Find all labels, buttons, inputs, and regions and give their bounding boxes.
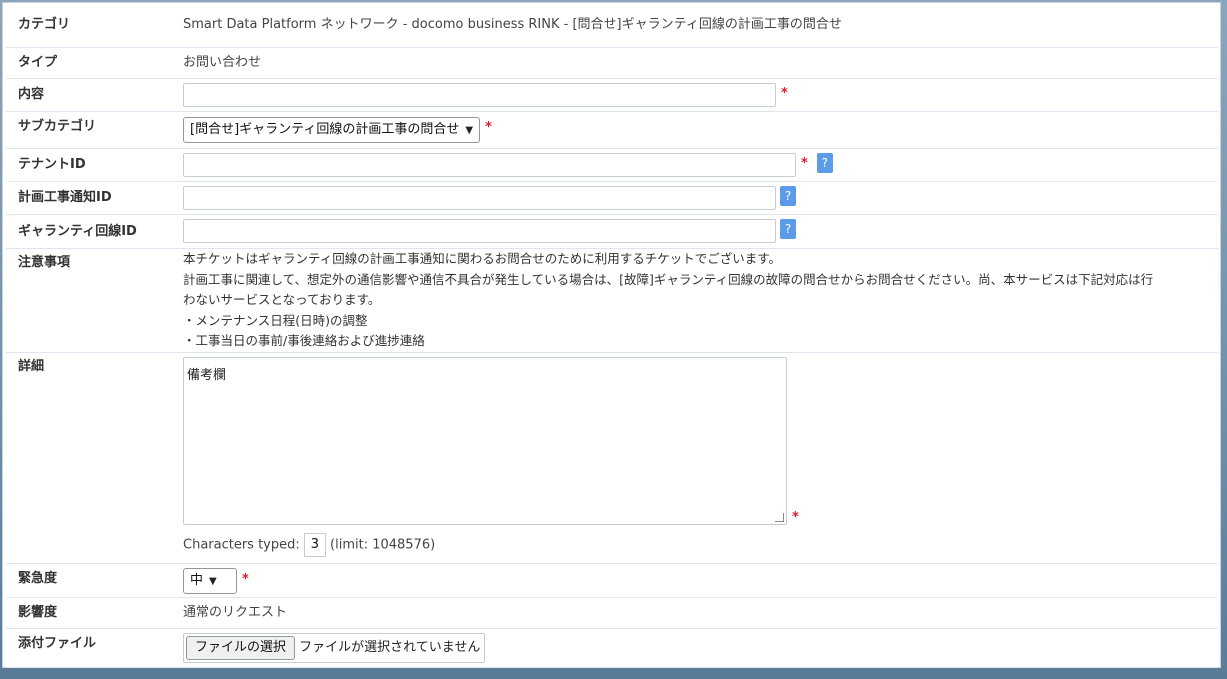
subcategory-select[interactable]: [問合せ]ギャランティ回線の計画工事の問合せ ▼ — [183, 117, 481, 143]
details-required-mark: * — [792, 509, 799, 525]
urgency-selected: 中 — [190, 573, 204, 588]
notes-label: 注意事項 — [6, 248, 183, 353]
details-textarea[interactable]: 備考欄 — [183, 356, 787, 525]
tenant-id-input[interactable] — [183, 153, 796, 177]
urgency-label: 緊急度 — [6, 563, 183, 598]
subcategory-cell: [問合せ]ギャランティ回線の計画工事の問合せ ▼ * — [183, 111, 1218, 149]
ticket-form-panel: カテゴリ Smart Data Platform ネットワーク - docomo… — [2, 2, 1221, 668]
guarantee-line-id-label: ギャランティ回線ID — [6, 214, 183, 249]
notes-line: ・メンテナンス日程(日時)の調整 — [183, 312, 368, 328]
content-label: 内容 — [6, 78, 183, 112]
details-label: 詳細 — [6, 352, 183, 564]
type-label: タイプ — [6, 47, 183, 79]
plan-notice-id-input[interactable] — [183, 186, 776, 210]
row-notes: 注意事項 本チケットはギャランティ回線の計画工事通知に関わるお問合せのために利用… — [6, 248, 1218, 353]
chevron-down-icon: ▼ — [465, 125, 474, 136]
row-tenant-id: テナントID *? — [6, 148, 1218, 182]
tenant-id-cell: *? — [183, 148, 1218, 182]
file-status: ファイルが選択されていません — [299, 640, 481, 655]
question-icon[interactable]: ? — [816, 153, 833, 173]
plan-notice-id-cell: ? — [183, 181, 1218, 215]
subcategory-label: サブカテゴリ — [6, 111, 183, 149]
question-icon[interactable]: ? — [780, 186, 796, 206]
row-details: 詳細 備考欄 * Characters typed: 3 (limit: 1048… — [6, 352, 1218, 564]
file-input[interactable]: ファイルの選択 ファイルが選択されていません — [183, 633, 486, 663]
notes-content: 本チケットはギャランティ回線の計画工事通知に関わるお問合せのために利用するチケッ… — [183, 248, 1218, 353]
guarantee-line-id-input[interactable] — [183, 219, 776, 243]
subcategory-selected: [問合せ]ギャランティ回線の計画工事の問合せ — [190, 122, 460, 137]
question-icon[interactable]: ? — [780, 219, 796, 239]
row-guarantee-line-id: ギャランティ回線ID ? — [6, 214, 1218, 249]
impact-label: 影響度 — [6, 597, 183, 629]
counter-prefix: Characters typed: — [183, 537, 300, 552]
row-impact: 影響度 通常のリクエスト — [6, 597, 1218, 629]
content-required-mark: * — [781, 85, 788, 101]
row-content: 内容 * — [6, 78, 1218, 112]
choose-file-button[interactable]: ファイルの選択 — [186, 636, 296, 660]
guarantee-line-id-cell: ? — [183, 214, 1218, 249]
content-cell: * — [183, 78, 1218, 112]
ticket-form: カテゴリ Smart Data Platform ネットワーク - docomo… — [6, 3, 1218, 668]
row-type: タイプ お問い合わせ — [6, 47, 1218, 79]
subcategory-required-mark: * — [485, 120, 492, 135]
notes-line: わないサービスとなっております。 — [183, 292, 381, 307]
urgency-select[interactable]: 中 ▼ — [183, 568, 237, 594]
notes-line: 計画工事に関連して、想定外の通信影響や通信不具合が発生している場合は、[故障]ギ… — [183, 271, 1154, 287]
chevron-down-icon: ▼ — [209, 576, 217, 587]
row-urgency: 緊急度 中 ▼ * — [6, 563, 1218, 598]
row-subcategory: サブカテゴリ [問合せ]ギャランティ回線の計画工事の問合せ ▼ * — [6, 111, 1218, 149]
details-cell: 備考欄 * Characters typed: 3 (limit: 1048576… — [183, 352, 1218, 564]
counter-value: 3 — [303, 532, 326, 557]
tenant-id-required-mark: * — [801, 155, 808, 171]
resize-grip-icon[interactable] — [775, 512, 784, 522]
category-label: カテゴリ — [6, 3, 183, 48]
counter-limit: (limit: 1048576) — [330, 537, 436, 552]
notes-line: 本チケットはギャランティ回線の計画工事通知に関わるお問合せのために利用するチケッ… — [183, 251, 782, 266]
attachment-label: 添付ファイル — [6, 628, 183, 668]
tenant-id-label: テナントID — [6, 148, 183, 182]
impact-value: 通常のリクエスト — [183, 597, 1218, 629]
category-value: Smart Data Platform ネットワーク - docomo busi… — [183, 3, 1218, 48]
content-input[interactable] — [183, 83, 776, 107]
attachment-cell: ファイルの選択 ファイルが選択されていません — [183, 628, 1218, 668]
row-plan-notice-id: 計画工事通知ID ? — [6, 181, 1218, 215]
plan-notice-id-label: 計画工事通知ID — [6, 181, 183, 215]
row-attachment: 添付ファイル ファイルの選択 ファイルが選択されていません — [6, 628, 1218, 668]
character-counter: Characters typed: 3 (limit: 1048576) — [183, 532, 1218, 558]
type-value: お問い合わせ — [183, 47, 1218, 79]
row-category: カテゴリ Smart Data Platform ネットワーク - docomo… — [6, 3, 1218, 48]
urgency-cell: 中 ▼ * — [183, 563, 1218, 598]
urgency-required-mark: * — [242, 571, 249, 587]
notes-line: ・工事当日の事前/事後連絡および進捗連絡 — [183, 333, 425, 348]
details-text: 備考欄 — [187, 367, 227, 383]
